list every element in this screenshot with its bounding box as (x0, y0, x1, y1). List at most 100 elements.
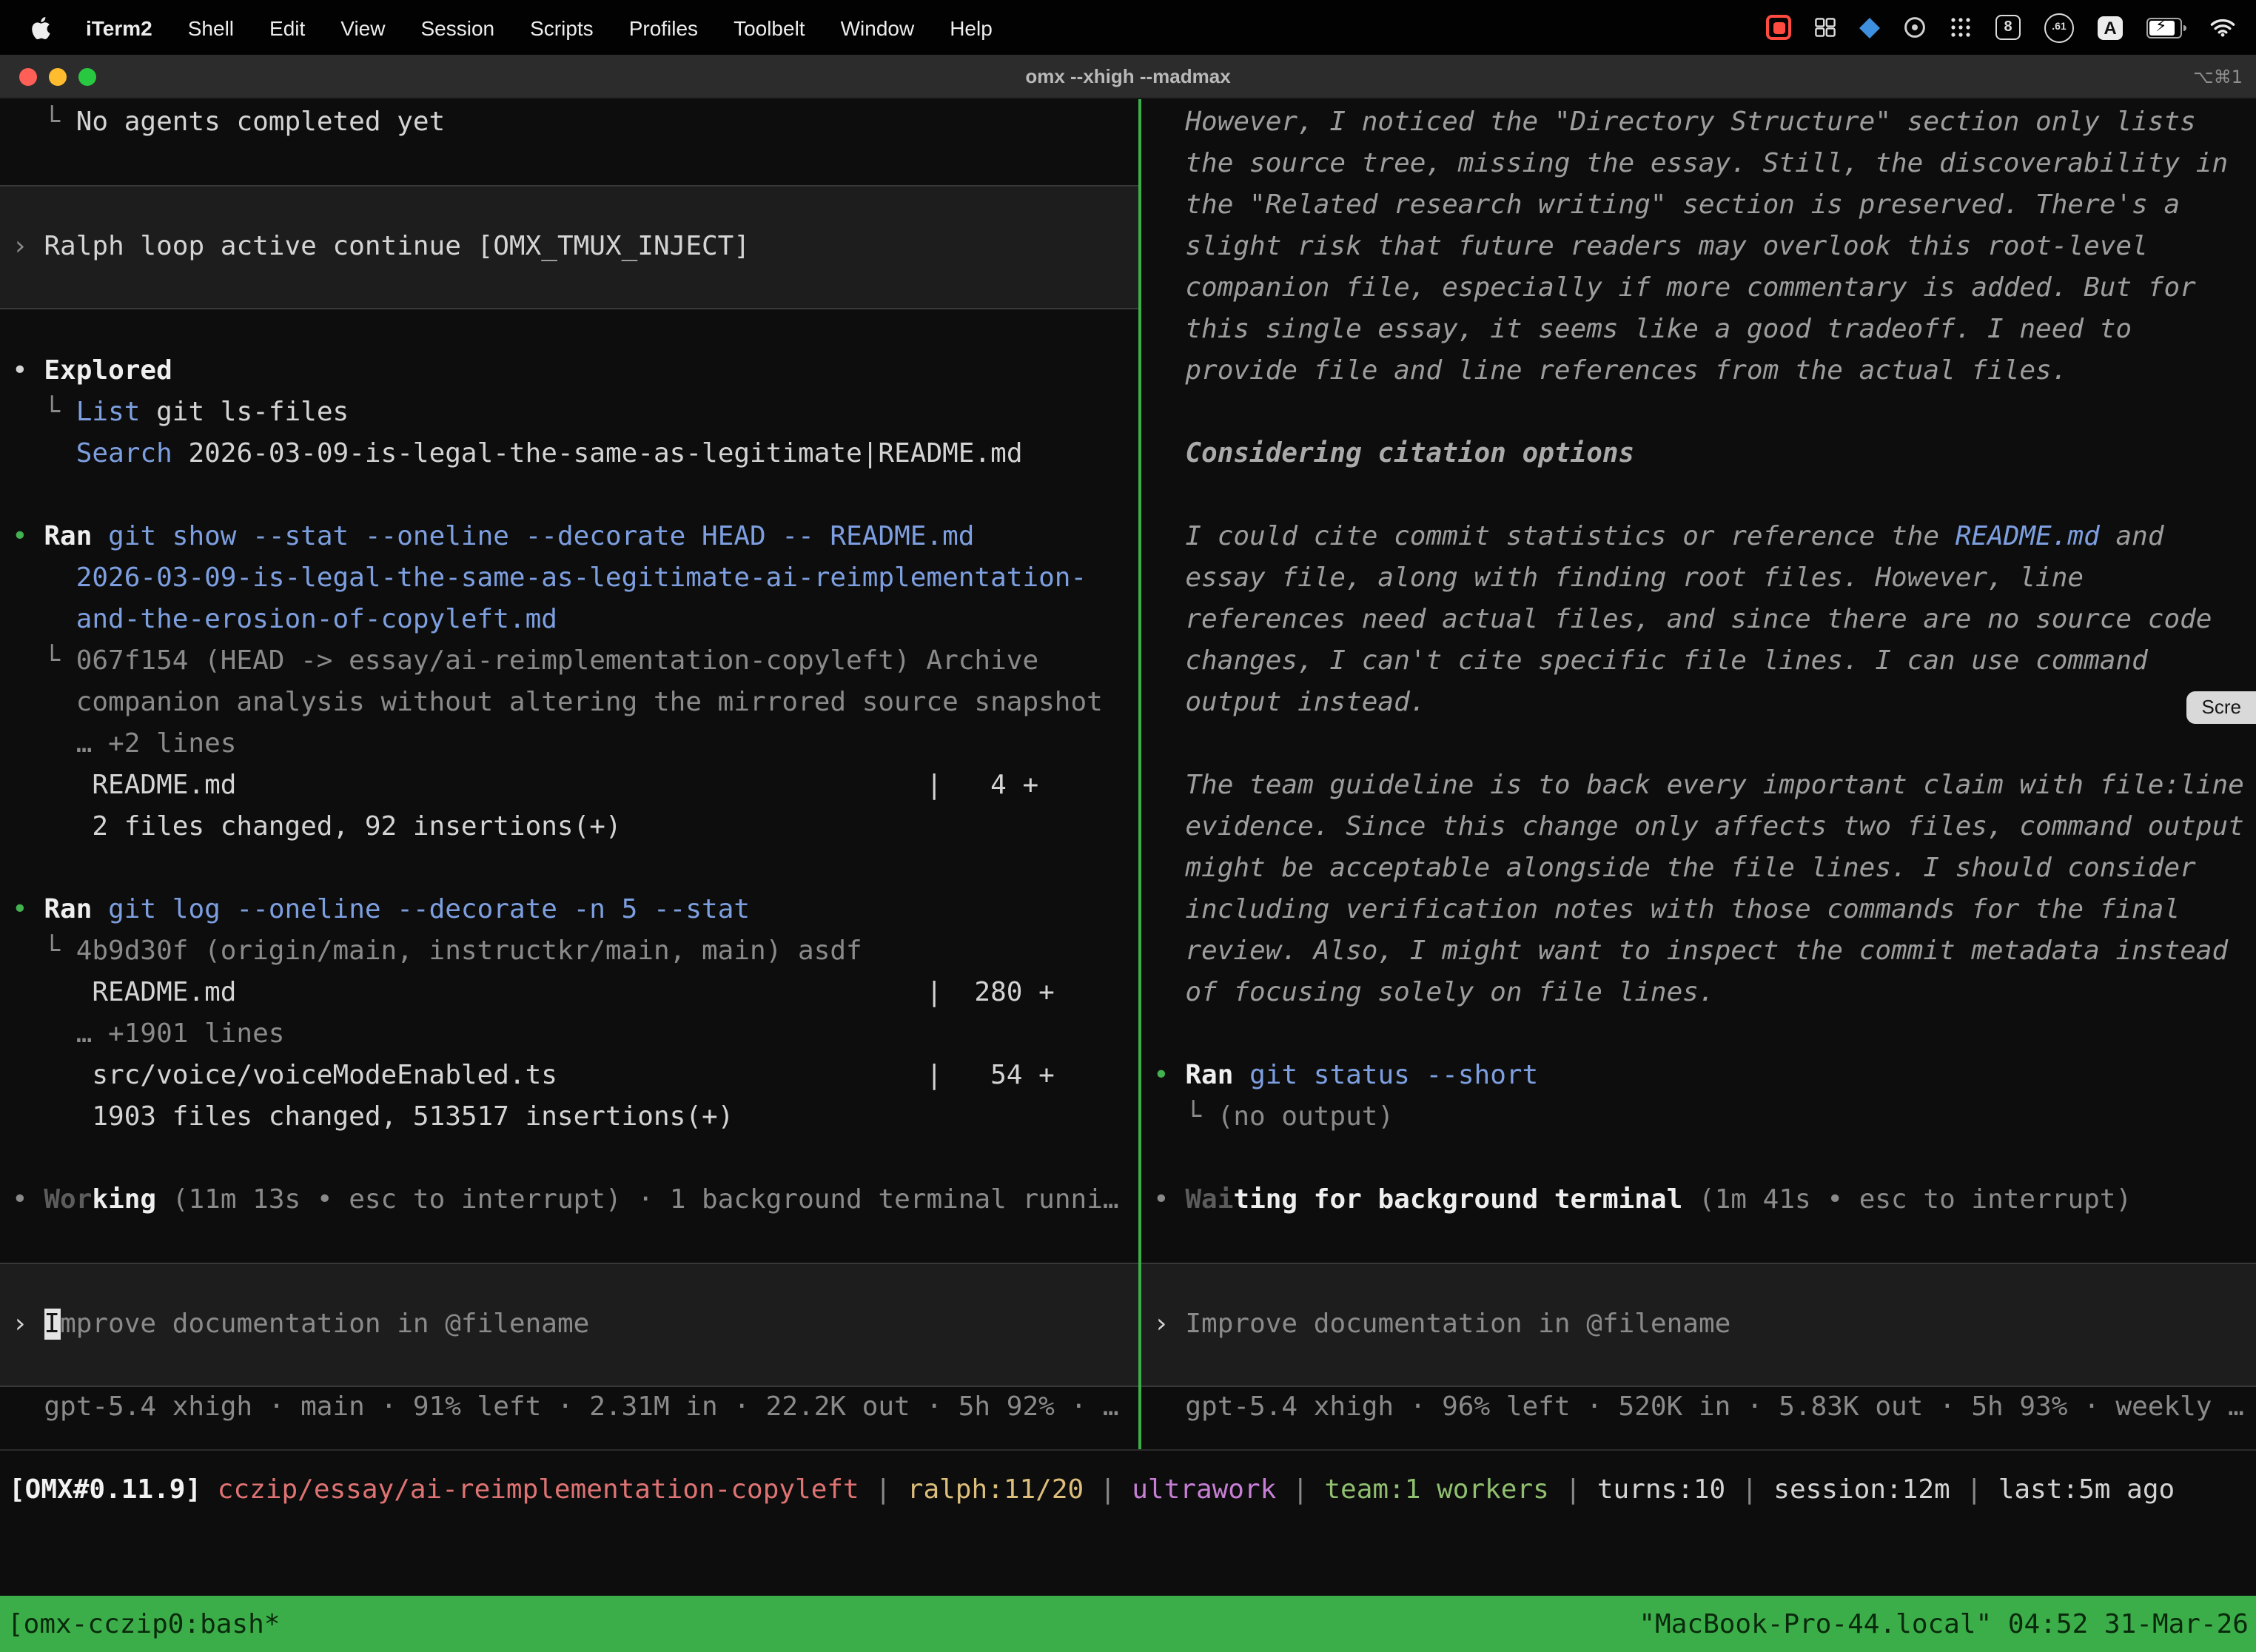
terminal-line: • Ran git log --oneline --decorate -n 5 … (0, 890, 1138, 931)
text-segment: | (1549, 1474, 1597, 1505)
keypad-8-icon[interactable]: 8 (1995, 15, 2021, 40)
blue-app-icon[interactable] (1859, 17, 1880, 38)
text-segment (12, 438, 76, 469)
text-segment: git status --short (1249, 1060, 1538, 1091)
terminal-line: › Ralph loop active continue [OMX_TMUX_I… (0, 226, 762, 268)
text-segment: Search (76, 438, 172, 469)
terminal-line: 2 files changed, 92 insertions(+) (0, 807, 1138, 848)
prompt-box[interactable]: › Improve documentation in @filename (0, 1263, 1138, 1387)
text-segment: companion file, especially if more comme… (1153, 272, 2196, 303)
text-segment: Ran (44, 894, 92, 925)
text-segment: • (12, 894, 44, 925)
text-segment: • (1153, 1184, 1185, 1215)
text-segment: (1m 41s • esc to interrupt) (1682, 1184, 2132, 1215)
screen-recording-icon[interactable] (1766, 15, 1791, 40)
wifi-icon[interactable] (2210, 18, 2235, 37)
text-segment: and-the-erosion-of-copyleft.md (12, 604, 557, 635)
text-segment: … +1901 lines (12, 1018, 284, 1050)
circle-app-icon[interactable] (1904, 16, 1926, 38)
menu-item-view[interactable]: View (323, 16, 403, 39)
terminal-line: Search 2026-03-09-is-legal-the-same-as-l… (0, 434, 1138, 475)
text-segment: this single essay, it seems like a good … (1153, 314, 2132, 345)
close-button[interactable] (19, 68, 37, 86)
zoom-button[interactable] (78, 68, 96, 86)
apple-menu-icon[interactable] (0, 16, 68, 39)
terminal-line: gpt-5.4 xhigh · 96% left · 520K in · 5.8… (1141, 1387, 2256, 1428)
menu-item-toolbelt[interactable]: Toolbelt (716, 16, 823, 39)
text-segment: ting for background terminal (1233, 1184, 1682, 1215)
prompt-box[interactable]: › Ralph loop active continue [OMX_TMUX_I… (0, 185, 1138, 309)
terminal-line: README.md | 4 + (0, 765, 1138, 807)
terminal-line: gpt-5.4 xhigh · main · 91% left · 2.31M … (0, 1387, 1138, 1428)
text-segment: [OMX#0.11.9] (9, 1474, 218, 1505)
minimize-button[interactable] (49, 68, 67, 86)
screen-badge[interactable]: Scre (2187, 691, 2256, 724)
menu-item-scripts[interactable]: Scripts (512, 16, 611, 39)
terminal-line: • Explored (0, 351, 1138, 392)
menu-item-edit[interactable]: Edit (252, 16, 323, 39)
text-segment: team:1 workers (1324, 1474, 1548, 1505)
terminal-line: • Ran git status --short (1141, 1055, 2256, 1097)
text-segment: … +2 lines (12, 728, 236, 759)
menu-item-session[interactable]: Session (403, 16, 512, 39)
terminal-line: including verification notes with those … (1141, 890, 2256, 931)
terminal-line: └ No agents completed yet (0, 102, 1138, 144)
terminal-line: └ 067f154 (HEAD -> essay/ai-reimplementa… (0, 641, 1138, 682)
terminal-line (0, 1138, 1138, 1180)
menu-item-shell[interactable]: Shell (170, 16, 252, 39)
text-segment: README.md | 280 + (12, 977, 1055, 1008)
terminal-pane-left[interactable]: └ No agents completed yet › Ralph loop ac… (0, 99, 1138, 1449)
terminal-line: the source tree, missing the essay. Stil… (1141, 144, 2256, 185)
text-segment: • (1153, 1060, 1185, 1091)
terminal-line: Considering citation options (1141, 434, 2256, 475)
terminal-line: output instead. (1141, 682, 2256, 724)
battery-cap (2183, 24, 2186, 30)
terminal-line: slight risk that future readers may over… (1141, 226, 2256, 268)
terminal-line: › Improve documentation in @filename (1141, 1304, 1742, 1346)
input-source-icon[interactable]: A (2098, 16, 2123, 39)
terminal-pane-right[interactable]: However, I noticed the "Directory Struct… (1141, 99, 2256, 1449)
terminal-line (0, 309, 1138, 351)
menu-item-window[interactable]: Window (823, 16, 933, 39)
text-segment: last:5m ago (1998, 1474, 2175, 1505)
text-segment: provide file and line references from th… (1153, 355, 2067, 386)
terminal-line: provide file and line references from th… (1141, 351, 2256, 392)
text-segment: git log --oneline --decorate -n 5 --stat (108, 894, 750, 925)
text-segment (1233, 1060, 1249, 1091)
window-title-bar[interactable]: omx --xhigh --madmax ⌥⌘1 (0, 55, 2256, 99)
terminal-line (1141, 1138, 2256, 1180)
text-segment: and (2100, 521, 2164, 552)
dots-grid-icon[interactable] (1950, 16, 1972, 38)
text-segment: references need actual files, and since … (1153, 604, 2212, 635)
text-segment: changes, I can't cite specific file line… (1153, 645, 2148, 676)
terminal-line: references need actual files, and since … (1141, 600, 2256, 641)
terminal-line: README.md | 280 + (0, 973, 1138, 1014)
text-segment: including verification notes with those … (1153, 894, 2180, 925)
terminal-line (0, 1221, 1138, 1263)
prompt-box[interactable]: › Improve documentation in @filename (1141, 1263, 2256, 1387)
terminal-line (1141, 1014, 2256, 1055)
text-segment: essay file, along with finding root file… (1153, 563, 2084, 594)
menu-item-iterm2[interactable]: iTerm2 (68, 16, 170, 39)
tmux-status-bar: [omx-cczip0:bash* "MacBook-Pro-44.local"… (0, 1596, 2256, 1652)
menu-item-profiles[interactable]: Profiles (611, 16, 716, 39)
terminal-line: 1903 files changed, 513517 insertions(+) (0, 1097, 1138, 1138)
text-segment: › (12, 1309, 44, 1340)
terminal-line: └ (no output) (1141, 1097, 2256, 1138)
menu-item-help[interactable]: Help (932, 16, 1010, 39)
window-grid-icon[interactable] (1815, 18, 1836, 37)
terminal-line (1141, 724, 2256, 765)
terminal-line: However, I noticed the "Directory Struct… (1141, 102, 2256, 144)
text-segment: Wai (1185, 1184, 1233, 1215)
text-segment: Considering citation options (1153, 438, 1634, 469)
text-segment: evidence. Since this change only affects… (1153, 811, 2244, 842)
text-segment: gpt-5.4 xhigh · main · 91% left · 2.31M … (12, 1391, 1119, 1423)
tmux-session-label: [omx-cczip0:bash* (7, 1608, 280, 1639)
terminal-line: review. Also, I might want to inspect th… (1141, 931, 2256, 973)
cpu-gauge-icon[interactable]: .61 (2044, 13, 2074, 42)
text-segment: the "Related research writing" section i… (1153, 189, 2180, 221)
text-segment: └ (no output) (1153, 1101, 1394, 1132)
text-segment: of focusing solely on file lines. (1153, 977, 1715, 1008)
battery-icon[interactable]: ⚡ (2146, 17, 2186, 38)
menu-items: iTerm2ShellEditViewSessionScriptsProfile… (68, 16, 1010, 39)
